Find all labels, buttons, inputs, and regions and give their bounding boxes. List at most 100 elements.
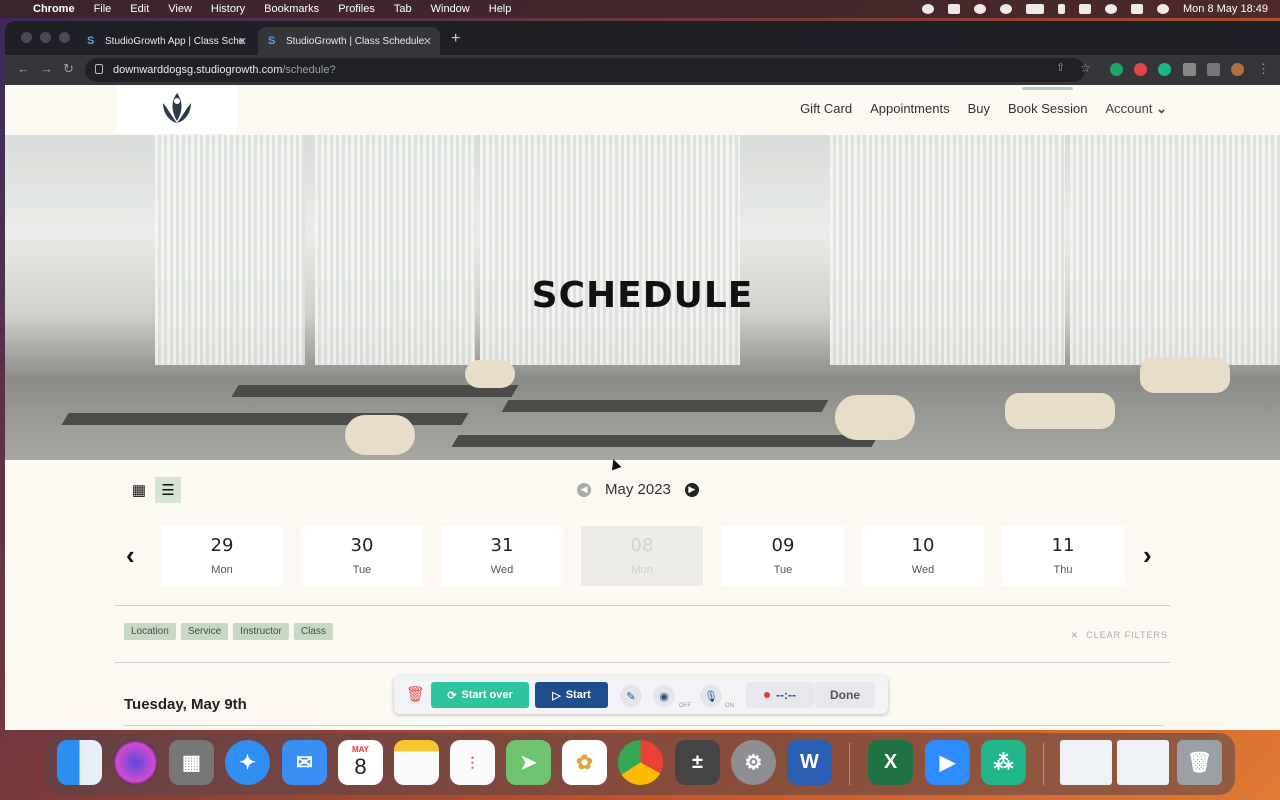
menu-bookmarks[interactable]: Bookmarks	[264, 3, 319, 15]
chrome-icon[interactable]	[618, 740, 663, 785]
battery-icon[interactable]	[1026, 4, 1044, 14]
reminders-icon[interactable]: ⋮	[450, 740, 495, 785]
finder-icon[interactable]	[57, 740, 102, 785]
day-tile[interactable]: 29 Mon	[161, 526, 283, 586]
day-of-week: Thu	[1053, 564, 1073, 576]
day-tile[interactable]: 31 Wed	[441, 526, 563, 586]
filter-instructor[interactable]: Instructor	[233, 623, 289, 640]
filter-service[interactable]: Service	[180, 623, 229, 640]
done-button[interactable]: Done	[815, 682, 875, 708]
bluetooth-icon[interactable]	[1058, 4, 1065, 14]
side-panel-icon[interactable]	[1207, 63, 1220, 76]
menu-tab[interactable]: Tab	[394, 3, 412, 15]
zoom-icon[interactable]: ▶	[925, 740, 970, 785]
status-icon[interactable]	[922, 4, 934, 14]
minimized-window-thumbnail[interactable]	[1117, 740, 1169, 785]
maps-icon[interactable]: ➤	[506, 740, 551, 785]
day-tile[interactable]: 10 Wed	[862, 526, 984, 586]
grape-app-icon[interactable]: ⁂	[981, 740, 1026, 785]
notes-icon[interactable]	[394, 740, 439, 785]
prev-month-icon[interactable]: ◀	[577, 482, 591, 497]
photos-icon[interactable]: ✿	[562, 740, 607, 785]
menu-view[interactable]: View	[168, 3, 192, 15]
close-tab-icon[interactable]: ✕	[238, 35, 247, 48]
menu-window[interactable]: Window	[431, 3, 470, 15]
nav-book-session[interactable]: Book Session	[1008, 87, 1087, 117]
filter-class[interactable]: Class	[293, 623, 333, 640]
nav-gift-card[interactable]: Gift Card	[800, 101, 852, 117]
microphone-icon[interactable]: 🎙	[700, 685, 722, 707]
extension-icon[interactable]	[1158, 63, 1171, 76]
nav-appointments[interactable]: Appointments	[870, 101, 950, 117]
address-bar[interactable]: downwarddogsg.studiogrowth.com/schedule?	[85, 58, 1085, 82]
more-menu-icon[interactable]: ⋮	[1257, 61, 1270, 77]
record-icon[interactable]	[948, 4, 960, 14]
web-page: Gift Card Appointments Buy Book Session …	[5, 85, 1280, 730]
trash-bin-icon[interactable]: 🗑	[1177, 740, 1222, 785]
reload-icon[interactable]: ↻	[63, 61, 74, 77]
control-center-icon[interactable]	[1131, 4, 1143, 14]
menu-help[interactable]: Help	[489, 3, 512, 15]
start-label: Start	[565, 689, 591, 701]
window-controls[interactable]	[21, 32, 70, 43]
day-number: 09	[771, 535, 795, 556]
safari-icon[interactable]: ✦	[225, 740, 270, 785]
play-icon[interactable]	[974, 4, 986, 14]
profile-avatar[interactable]	[1231, 63, 1244, 76]
siri-icon[interactable]	[113, 740, 158, 785]
menu-app-name[interactable]: Chrome	[33, 3, 75, 15]
word-icon[interactable]: W	[787, 740, 832, 785]
menu-edit[interactable]: Edit	[130, 3, 149, 15]
day-tile[interactable]: 11 Thu	[1002, 526, 1124, 586]
menu-file[interactable]: File	[94, 3, 112, 15]
calculator-icon[interactable]: ±	[675, 740, 720, 785]
menu-profiles[interactable]: Profiles	[338, 3, 375, 15]
back-icon[interactable]: ←	[17, 61, 30, 76]
grid-view-icon[interactable]: ▦	[126, 477, 152, 503]
nav-buy[interactable]: Buy	[968, 101, 990, 117]
day-of-week: Tue	[352, 564, 372, 576]
excel-icon[interactable]: X	[868, 740, 913, 785]
filter-location[interactable]: Location	[124, 623, 176, 640]
mail-icon[interactable]: ✉	[282, 740, 327, 785]
search-icon[interactable]	[1105, 4, 1117, 14]
day-tile-selected[interactable]: 08 Mon	[581, 526, 703, 586]
calendar-icon[interactable]: MAY 8	[338, 740, 383, 785]
filter-chips: Location Service Instructor Class	[124, 623, 333, 640]
extensions-puzzle-icon[interactable]	[1183, 63, 1196, 76]
day-tile[interactable]: 09 Tue	[722, 526, 844, 586]
siri-icon[interactable]	[1157, 4, 1169, 14]
menubar-clock[interactable]: Mon 8 May 18:49	[1183, 3, 1268, 15]
day-tile[interactable]: 30 Tue	[301, 526, 423, 586]
day-of-week: Wed	[911, 564, 935, 576]
start-over-button[interactable]: ⟳ Start over	[431, 682, 529, 708]
next-month-icon[interactable]: ▶	[684, 482, 699, 497]
close-tab-icon[interactable]: ✕	[423, 35, 432, 48]
nav-account-dropdown[interactable]: Account ⌄	[1105, 101, 1167, 117]
forward-icon[interactable]: →	[40, 61, 53, 76]
bookmark-star-icon[interactable]: ☆	[1080, 61, 1091, 75]
time-machine-icon[interactable]	[1000, 4, 1012, 14]
minimized-window-thumbnail[interactable]	[1060, 740, 1112, 785]
grammarly-extension-icon[interactable]	[1110, 63, 1123, 76]
new-tab-icon[interactable]: +	[451, 30, 460, 48]
adblock-extension-icon[interactable]	[1134, 63, 1147, 76]
clear-filters-button[interactable]: ✕ CLEAR FILTERS	[1071, 630, 1168, 641]
launchpad-icon[interactable]: ▦	[169, 740, 214, 785]
tab-class-schedule-app[interactable]: S StudioGrowth App | Class Sche ✕	[77, 27, 255, 55]
tab-class-schedule[interactable]: S StudioGrowth | Class Schedule ✕	[258, 27, 440, 55]
share-icon[interactable]: ⇧	[1056, 61, 1065, 74]
day-heading: Tuesday, May 9th	[124, 696, 247, 713]
start-button[interactable]: ▷ Start	[535, 682, 608, 708]
system-settings-icon[interactable]: ⚙	[731, 740, 776, 785]
wifi-icon[interactable]	[1079, 4, 1091, 14]
menu-history[interactable]: History	[211, 3, 245, 15]
prev-week-arrow-icon[interactable]: ‹	[126, 540, 135, 571]
site-logo[interactable]	[117, 85, 237, 133]
url-path: /schedule?	[282, 64, 336, 76]
trash-icon[interactable]: 🗑	[406, 685, 425, 703]
list-view-icon[interactable]: ☰	[155, 477, 181, 503]
next-week-arrow-icon[interactable]: ›	[1143, 540, 1152, 571]
pen-icon[interactable]: ✎	[620, 685, 642, 707]
webcam-icon[interactable]: ◉	[653, 685, 675, 707]
